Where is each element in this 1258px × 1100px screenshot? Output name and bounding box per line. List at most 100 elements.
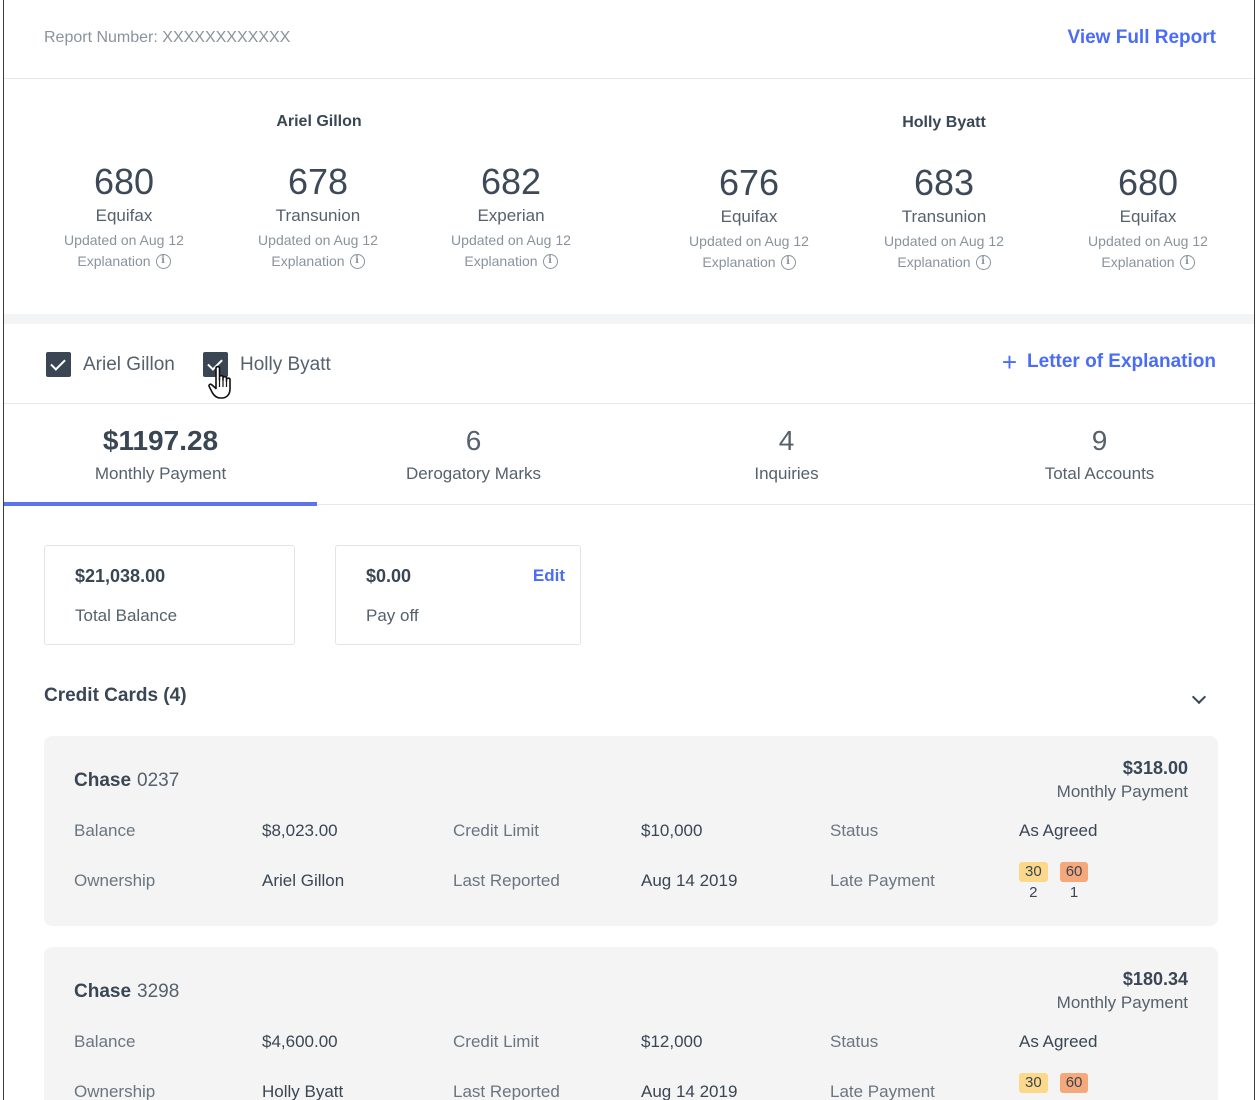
bureau-name: Equifax <box>720 207 778 226</box>
credit-limit-label: Credit Limit <box>453 1032 539 1051</box>
explanation-link[interactable]: Explanation i <box>702 254 796 270</box>
explanation-label: Explanation <box>897 254 971 270</box>
bank-name: Chase <box>74 981 132 1002</box>
credit-limit-value: $10,000 <box>641 821 703 840</box>
checkbox-label: Ariel Gillon <box>83 353 175 375</box>
late-days-tag: 30 <box>1019 862 1048 882</box>
score-value: 676 <box>718 162 780 203</box>
account-card[interactable]: Chase 0237 $318.00 Monthly Payment Balanc… <box>44 736 1218 926</box>
info-icon[interactable]: i <box>780 254 796 270</box>
payoff-card: $0.00 Pay off Edit <box>335 545 581 645</box>
edit-payoff-button[interactable]: Edit <box>533 566 565 586</box>
filter-checkbox-ariel[interactable]: Ariel Gillon <box>46 352 175 377</box>
tab-inquiries[interactable]: 4 Inquiries <box>630 405 943 505</box>
checkbox-label: Holly Byatt <box>240 353 331 375</box>
ownership-label: Ownership <box>74 1082 156 1100</box>
payoff-value: $0.00 <box>366 566 412 586</box>
monthly-payment-label: Monthly Payment <box>1056 782 1188 801</box>
late-count: 2 <box>1029 884 1038 901</box>
balance-label: Balance <box>74 821 136 840</box>
balance-label: Balance <box>74 1032 136 1051</box>
bureau-name: Transunion <box>275 206 361 225</box>
tab-total-accounts[interactable]: 9 Total Accounts <box>943 405 1254 505</box>
status-label: Status <box>830 821 879 840</box>
letter-of-explanation-button[interactable]: + Letter of Explanation <box>1002 349 1216 375</box>
late-payment-badges: 30 60 <box>1019 1073 1089 1095</box>
last-reported-value: Aug 14 2019 <box>641 1082 738 1100</box>
late-days-tag: 60 <box>1059 862 1089 882</box>
stat-label: Derogatory Marks <box>405 464 542 483</box>
updated-date: Updated on Aug 12 <box>258 232 378 248</box>
late-60-badge: 60 <box>1059 1073 1089 1095</box>
stat-value: 6 <box>465 425 482 456</box>
late-days-tag: 30 <box>1019 1073 1048 1093</box>
info-icon[interactable]: i <box>975 254 991 270</box>
summary-tabs: $1197.28 Monthly Payment 6 Derogatory Ma… <box>4 405 1254 506</box>
late-count: 1 <box>1069 884 1079 901</box>
explanation-label: Explanation <box>271 253 345 269</box>
bureau-name: Equifax <box>95 206 153 225</box>
tab-monthly-payment[interactable]: $1197.28 Monthly Payment <box>4 405 317 506</box>
late-60-badge: 60 1 <box>1059 862 1089 901</box>
letter-of-explanation-label: Letter of Explanation <box>1027 351 1216 372</box>
hand-pointer-cursor-icon <box>208 365 231 399</box>
last-reported-label: Last Reported <box>453 871 560 890</box>
score-value: 680 <box>1117 162 1179 203</box>
checkbox-checked[interactable] <box>46 352 71 377</box>
stat-value: 9 <box>1091 425 1108 456</box>
score-value: 678 <box>287 161 349 202</box>
person-name-1: Ariel Gillon <box>276 113 362 130</box>
monthly-payment-value: $180.34 <box>1122 969 1188 989</box>
explanation-link[interactable]: Explanation i <box>77 253 171 269</box>
credit-limit-label: Credit Limit <box>453 821 539 840</box>
updated-date: Updated on Aug 12 <box>1088 233 1208 249</box>
score-value: 683 <box>913 162 975 203</box>
score-value: 682 <box>480 161 542 202</box>
view-full-report-link[interactable]: View Full Report <box>1067 27 1216 49</box>
score-card: 680 Equifax Updated on Aug 12 Explanatio… <box>24 160 224 271</box>
chevron-down-icon[interactable] <box>1191 689 1207 705</box>
bureau-name: Equifax <box>1119 207 1177 226</box>
late-payment-label: Late Payment <box>830 871 935 890</box>
explanation-label: Explanation <box>464 253 538 269</box>
explanation-label: Explanation <box>702 254 776 270</box>
explanation-link[interactable]: Explanation i <box>464 253 558 269</box>
score-card: 678 Transunion Updated on Aug 12 Explana… <box>218 160 418 271</box>
total-balance-card: $21,038.00 Total Balance <box>44 545 295 645</box>
ownership-value: Ariel Gillon <box>262 871 345 890</box>
bank-name: Chase <box>74 770 132 791</box>
account-number: 0237 <box>137 770 180 791</box>
explanation-link[interactable]: Explanation i <box>897 254 991 270</box>
bureau-name: Transunion <box>901 207 987 226</box>
late-payment-badges: 30 2 60 1 <box>1019 862 1089 901</box>
report-number: Report Number: XXXXXXXXXXXX <box>44 29 291 46</box>
balance-value: $4,600.00 <box>262 1032 338 1051</box>
info-icon[interactable]: i <box>155 253 171 269</box>
score-card: 682 Experian Updated on Aug 12 Explanati… <box>411 160 611 271</box>
explanation-link[interactable]: Explanation i <box>1101 254 1195 270</box>
explanation-link[interactable]: Explanation i <box>271 253 365 269</box>
total-balance-value: $21,038.00 <box>75 566 166 586</box>
status-value: As Agreed <box>1019 1032 1098 1051</box>
person-name-2: Holly Byatt <box>902 114 986 131</box>
borrower-filter-row: Ariel Gillon Holly Byatt + Letter of Exp… <box>4 324 1254 404</box>
tab-derogatory-marks[interactable]: 6 Derogatory Marks <box>317 405 630 505</box>
info-icon[interactable]: i <box>542 253 558 269</box>
section-title: Credit Cards (4) <box>44 685 187 706</box>
stat-label: Monthly Payment <box>94 464 227 483</box>
account-title: Chase 3298 <box>74 981 179 1003</box>
total-balance-label: Total Balance <box>75 606 178 625</box>
score-card: 680 Equifax Updated on Aug 12 Explanatio… <box>1048 161 1248 272</box>
info-icon[interactable]: i <box>1179 254 1195 270</box>
updated-date: Updated on Aug 12 <box>689 233 809 249</box>
info-icon[interactable]: i <box>349 253 365 269</box>
status-value: As Agreed <box>1019 821 1098 840</box>
late-30-badge: 30 <box>1019 1073 1048 1095</box>
account-card[interactable]: Chase 3298 $180.34 Monthly Payment Balanc… <box>44 947 1218 1100</box>
monthly-payment-value: $318.00 <box>1122 758 1188 778</box>
updated-date: Updated on Aug 12 <box>451 232 571 248</box>
stat-value: 4 <box>778 425 795 456</box>
last-reported-value: Aug 14 2019 <box>641 871 738 890</box>
credit-scores-panel: Ariel Gillon Holly Byatt 680 Equifax Upd… <box>4 80 1254 314</box>
monthly-payment-label: Monthly Payment <box>1056 993 1188 1012</box>
